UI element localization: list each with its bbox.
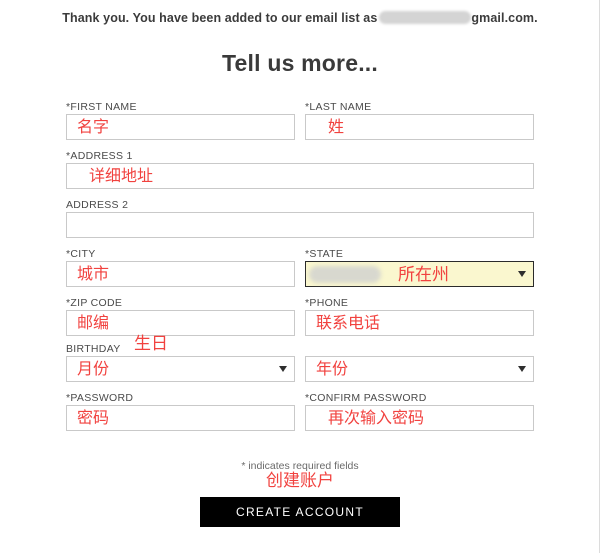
- city-label: *CITY: [66, 248, 96, 260]
- first-name-label: *FIRST NAME: [66, 101, 137, 113]
- password-label: *PASSWORD: [66, 392, 134, 404]
- address1-input[interactable]: 详细地址: [66, 163, 534, 189]
- state-label: *STATE: [305, 248, 344, 260]
- field-group-birth-year: 年份: [305, 342, 534, 382]
- create-account-button[interactable]: CREATE ACCOUNT: [200, 497, 400, 527]
- registration-page: Thank you. You have been added to our em…: [0, 0, 600, 553]
- city-annotation: 城市: [77, 266, 110, 283]
- birth-month-select[interactable]: 月份: [66, 356, 295, 382]
- address1-annotation: 详细地址: [89, 168, 154, 185]
- page-title: Tell us more...: [222, 50, 378, 76]
- submit-annotation: 创建账户: [266, 471, 334, 490]
- confirm-password-input[interactable]: 再次输入密码: [305, 405, 534, 431]
- birthday-label: BIRTHDAY: [66, 343, 121, 355]
- phone-label: *PHONE: [305, 297, 349, 309]
- birth-year-select[interactable]: 年份: [305, 356, 534, 382]
- last-name-annotation: 姓: [328, 119, 345, 136]
- field-group-zip: *ZIP CODE 邮编: [66, 296, 295, 336]
- email-domain-text: gmail.com.: [471, 11, 538, 25]
- address2-label: ADDRESS 2: [66, 199, 129, 211]
- zip-annotation: 邮编: [77, 315, 110, 332]
- field-group-birth-month: BIRTHDAY 生日 月份: [66, 335, 295, 382]
- form-row-birthday: BIRTHDAY 生日 月份 年份: [66, 335, 534, 382]
- birthday-annotation: 生日: [134, 334, 168, 353]
- form-row-city-state: *CITY 城市 *STATE 所在州: [66, 247, 534, 287]
- field-group-password: *PASSWORD 密码: [66, 391, 295, 431]
- registration-form: *FIRST NAME 名字 *LAST NAME 姓 *ADDRESS 1 详…: [66, 100, 534, 431]
- password-input[interactable]: 密码: [66, 405, 295, 431]
- address1-label: *ADDRESS 1: [66, 150, 133, 162]
- phone-annotation: 联系电话: [316, 315, 381, 332]
- form-row-address2: ADDRESS 2: [66, 198, 534, 238]
- first-name-annotation: 名字: [77, 119, 110, 136]
- form-row-zip-phone: *ZIP CODE 邮编 *PHONE 联系电话: [66, 296, 534, 336]
- birthday-label-wrap: BIRTHDAY 生日: [66, 335, 295, 356]
- field-group-last-name: *LAST NAME 姓: [305, 100, 534, 140]
- form-row-password: *PASSWORD 密码 *CONFIRM PASSWORD 再次输入密码: [66, 391, 534, 431]
- password-annotation: 密码: [77, 410, 110, 427]
- confirm-password-label: *CONFIRM PASSWORD: [305, 392, 427, 404]
- form-row-name: *FIRST NAME 名字 *LAST NAME 姓: [66, 100, 534, 140]
- birth-month-annotation: 月份: [77, 361, 110, 378]
- address2-input[interactable]: [66, 212, 534, 238]
- birth-year-annotation: 年份: [316, 361, 349, 378]
- phone-input[interactable]: 联系电话: [305, 310, 534, 336]
- redacted-state-blob: [309, 266, 381, 283]
- field-group-confirm-password: *CONFIRM PASSWORD 再次输入密码: [305, 391, 534, 431]
- last-name-input[interactable]: 姓: [305, 114, 534, 140]
- first-name-input[interactable]: 名字: [66, 114, 295, 140]
- chevron-down-icon: [518, 366, 526, 372]
- field-group-address2: ADDRESS 2: [66, 198, 534, 238]
- field-group-city: *CITY 城市: [66, 247, 295, 287]
- confirm-password-annotation: 再次输入密码: [328, 410, 425, 427]
- field-group-phone: *PHONE 联系电话: [305, 296, 534, 336]
- redacted-email-blob: [379, 11, 472, 24]
- field-group-first-name: *FIRST NAME 名字: [66, 100, 295, 140]
- state-annotation: 所在州: [398, 265, 449, 284]
- state-select[interactable]: 所在州: [305, 261, 534, 287]
- form-row-address1: *ADDRESS 1 详细地址: [66, 149, 534, 189]
- last-name-label: *LAST NAME: [305, 101, 372, 113]
- field-group-state: *STATE 所在州: [305, 247, 534, 287]
- city-input[interactable]: 城市: [66, 261, 295, 287]
- field-group-address1: *ADDRESS 1 详细地址: [66, 149, 534, 189]
- chevron-down-icon: [518, 271, 526, 277]
- chevron-down-icon: [279, 366, 287, 372]
- birth-year-label-spacer: [305, 342, 534, 356]
- thank-you-banner: Thank you. You have been added to our em…: [0, 11, 600, 25]
- thank-you-text: Thank you. You have been added to our em…: [62, 11, 378, 25]
- zip-input[interactable]: 邮编: [66, 310, 295, 336]
- zip-label: *ZIP CODE: [66, 297, 123, 309]
